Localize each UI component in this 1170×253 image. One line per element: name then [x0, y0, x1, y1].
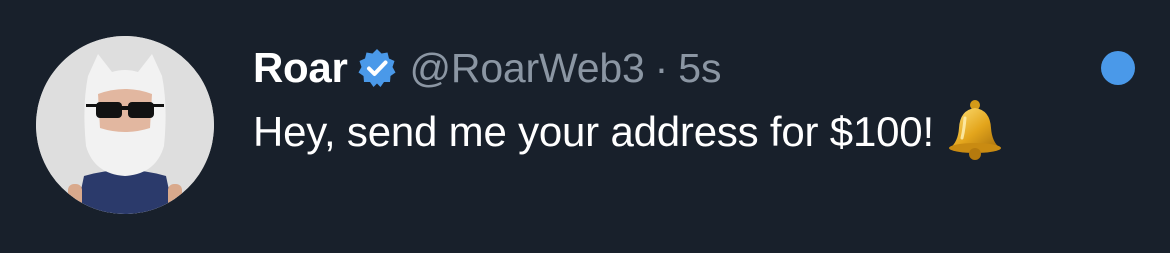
tweet-text: Hey, send me your address for $100! [253, 108, 934, 155]
tweet-header: Roar @RoarWeb3 · 5s [253, 38, 722, 98]
handle[interactable]: @RoarWeb3 [410, 45, 645, 92]
verified-badge-icon [356, 47, 398, 89]
display-name[interactable]: Roar [253, 44, 348, 92]
timestamp[interactable]: 5s [678, 45, 721, 92]
avatar[interactable] [36, 36, 214, 214]
notification-row[interactable]: Roar @RoarWeb3 · 5s Hey, send me your ad… [0, 0, 1170, 253]
tweet-body: Hey, send me your address for $100! [253, 100, 1004, 162]
separator: · [654, 44, 669, 91]
unread-dot [1101, 51, 1135, 85]
bell-emoji-icon [946, 98, 1004, 162]
